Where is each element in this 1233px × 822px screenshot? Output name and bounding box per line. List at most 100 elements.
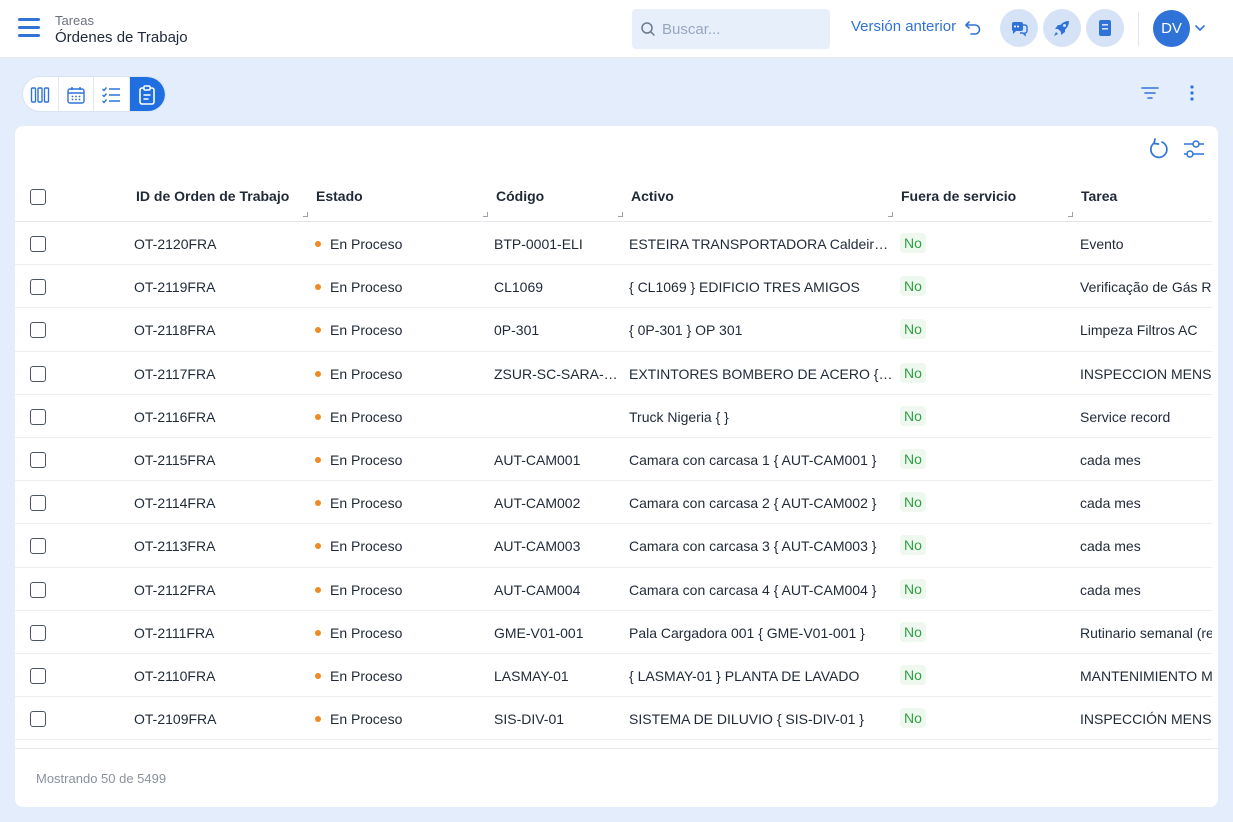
chevron-down-icon[interactable] — [1195, 24, 1205, 32]
breadcrumb[interactable]: Tareas — [55, 13, 94, 28]
cell-estado: En Proceso — [315, 582, 485, 598]
table-row[interactable]: OT-2115FRA En Proceso AUT-CAM001 Camara con… — [15, 438, 1212, 482]
table-row[interactable]: OT-2111FRA En Proceso GME-V01-001 Pala Carg… — [15, 611, 1212, 654]
select-all-checkbox[interactable] — [30, 189, 46, 205]
column-header-activo[interactable]: Activo — [631, 188, 674, 204]
cell-codigo: BTP-0001-ELI — [494, 236, 583, 252]
list-view-button[interactable] — [129, 77, 165, 111]
status-dot — [315, 629, 321, 636]
table-row[interactable]: OT-2110FRA En Proceso LASMAY-01 { LASMAY-01… — [15, 654, 1212, 698]
row-checkbox[interactable] — [30, 711, 46, 728]
cell-id: OT-2119FRA — [134, 279, 216, 296]
out-of-service-badge: No — [900, 535, 926, 556]
document-icon — [1099, 20, 1111, 36]
search-input[interactable] — [662, 20, 812, 38]
column-header-estado[interactable]: Estado — [316, 188, 363, 204]
rocket-button[interactable] — [1043, 9, 1081, 47]
cell-estado: En Proceso — [315, 711, 485, 727]
cell-estado: En Proceso — [315, 625, 485, 641]
status-dot — [315, 370, 321, 377]
column-resize-handle[interactable] — [1068, 212, 1073, 217]
cell-tarea: cada mes — [1080, 581, 1141, 598]
cell-tarea: Service record — [1080, 408, 1171, 425]
view-switcher — [22, 76, 166, 112]
out-of-service-badge: No — [900, 448, 926, 469]
pagination-summary: Mostrando 50 de 5499 — [36, 771, 167, 786]
row-checkbox[interactable] — [30, 322, 46, 339]
table-row[interactable]: OT-2114FRA En Proceso AUT-CAM002 Camara con… — [15, 481, 1212, 525]
row-checkbox[interactable] — [30, 495, 46, 512]
status-label: En Proceso — [330, 408, 403, 425]
row-checkbox[interactable] — [30, 236, 46, 252]
cell-codigo: AUT-CAM004 — [494, 581, 581, 598]
cell-id: OT-2115FRA — [134, 451, 216, 468]
table-row[interactable]: OT-2120FRA En Proceso BTP-0001-ELI ESTEIRA … — [15, 222, 1212, 266]
board-view-button[interactable] — [23, 77, 59, 111]
column-header-fuera-de-servicio[interactable]: Fuera de servicio — [901, 188, 1016, 204]
table-row[interactable]: OT-2109FRA En Proceso SIS-DIV-01 SISTEMA DE… — [15, 697, 1212, 741]
table-row[interactable]: OT-2112FRA En Proceso AUT-CAM004 Camara con… — [15, 568, 1212, 611]
column-header-id[interactable]: ID de Orden de Trabajo — [136, 188, 289, 204]
filter-icon[interactable] — [1140, 83, 1160, 103]
row-checkbox[interactable] — [30, 279, 46, 296]
status-label: En Proceso — [330, 538, 403, 555]
cell-activo: Camara con carcasa 2 { AUT-CAM002 } — [629, 495, 877, 512]
refresh-icon[interactable] — [1146, 137, 1170, 161]
cell-tarea: Evento — [1080, 236, 1124, 252]
status-label: En Proceso — [330, 365, 403, 382]
table-row[interactable]: OT-2117FRA En Proceso ZSUR-SC-SARA-PI-E...… — [15, 352, 1212, 395]
status-label: En Proceso — [330, 667, 403, 684]
cell-estado: En Proceso — [315, 495, 485, 511]
columns-icon — [31, 87, 50, 103]
table-row[interactable]: OT-2113FRA En Proceso AUT-CAM003 Camara con… — [15, 524, 1212, 568]
cell-estado: En Proceso — [315, 322, 485, 338]
cell-estado: En Proceso — [315, 452, 485, 468]
status-dot — [315, 327, 321, 334]
column-header-codigo[interactable]: Código — [496, 188, 544, 204]
more-vertical-icon[interactable] — [1182, 83, 1202, 103]
avatar[interactable]: DV — [1153, 10, 1190, 47]
cell-id: OT-2118FRA — [134, 322, 216, 339]
column-resize-handle[interactable] — [618, 212, 623, 217]
chat-support-button[interactable] — [1000, 9, 1038, 47]
previous-version-button[interactable]: Versión anterior — [851, 18, 982, 35]
column-header-tarea[interactable]: Tarea — [1081, 188, 1117, 204]
cell-codigo: AUT-CAM003 — [494, 538, 581, 555]
rocket-icon — [1054, 21, 1069, 36]
out-of-service-badge: No — [900, 362, 926, 383]
status-dot — [315, 284, 321, 291]
table-row[interactable]: OT-2116FRA En Proceso Truck Nigeria { } No S… — [15, 395, 1212, 438]
cell-id: OT-2116FRA — [134, 408, 216, 425]
calendar-view-button[interactable] — [59, 77, 94, 111]
row-checkbox[interactable] — [30, 408, 46, 425]
column-resize-handle[interactable] — [888, 212, 893, 217]
clipboard-icon — [139, 85, 156, 105]
column-resize-handle[interactable] — [483, 212, 488, 217]
cell-estado: En Proceso — [315, 236, 485, 252]
column-resize-handle[interactable] — [303, 212, 308, 217]
notes-button[interactable] — [1086, 9, 1124, 47]
out-of-service-badge: No — [900, 405, 926, 426]
cell-tarea: INSPECCION MENSUAL — [1080, 365, 1212, 382]
cell-activo: Camara con carcasa 3 { AUT-CAM003 } — [629, 538, 877, 555]
cell-codigo: CL1069 — [494, 279, 544, 296]
search-box[interactable] — [632, 9, 830, 49]
row-checkbox[interactable] — [30, 667, 46, 684]
table-row[interactable]: OT-2119FRA En Proceso CL1069 { CL1069 } EDI… — [15, 265, 1212, 309]
row-checkbox[interactable] — [30, 365, 46, 382]
column-settings-icon[interactable] — [1182, 137, 1206, 161]
table-row[interactable]: OT-2118FRA En Proceso 0P-301 { 0P-301 } OP … — [15, 308, 1212, 352]
cell-activo: Truck Nigeria { } — [629, 408, 729, 425]
status-label: En Proceso — [330, 581, 403, 598]
row-checkbox[interactable] — [30, 538, 46, 555]
cell-activo: SISTEMA DE DILUVIO { SIS-DIV-01 } — [629, 711, 864, 728]
cell-activo: Camara con carcasa 1 { AUT-CAM001 } — [629, 451, 877, 468]
hamburger-menu-icon[interactable] — [18, 18, 40, 38]
cell-id: OT-2120FRA — [134, 236, 217, 252]
cell-codigo: 0P-301 — [494, 322, 540, 339]
row-checkbox[interactable] — [30, 451, 46, 468]
cell-codigo: ZSUR-SC-SARA-PI-E... — [494, 365, 620, 382]
row-checkbox[interactable] — [30, 624, 46, 641]
checklist-view-button[interactable] — [94, 77, 130, 111]
row-checkbox[interactable] — [30, 581, 46, 598]
